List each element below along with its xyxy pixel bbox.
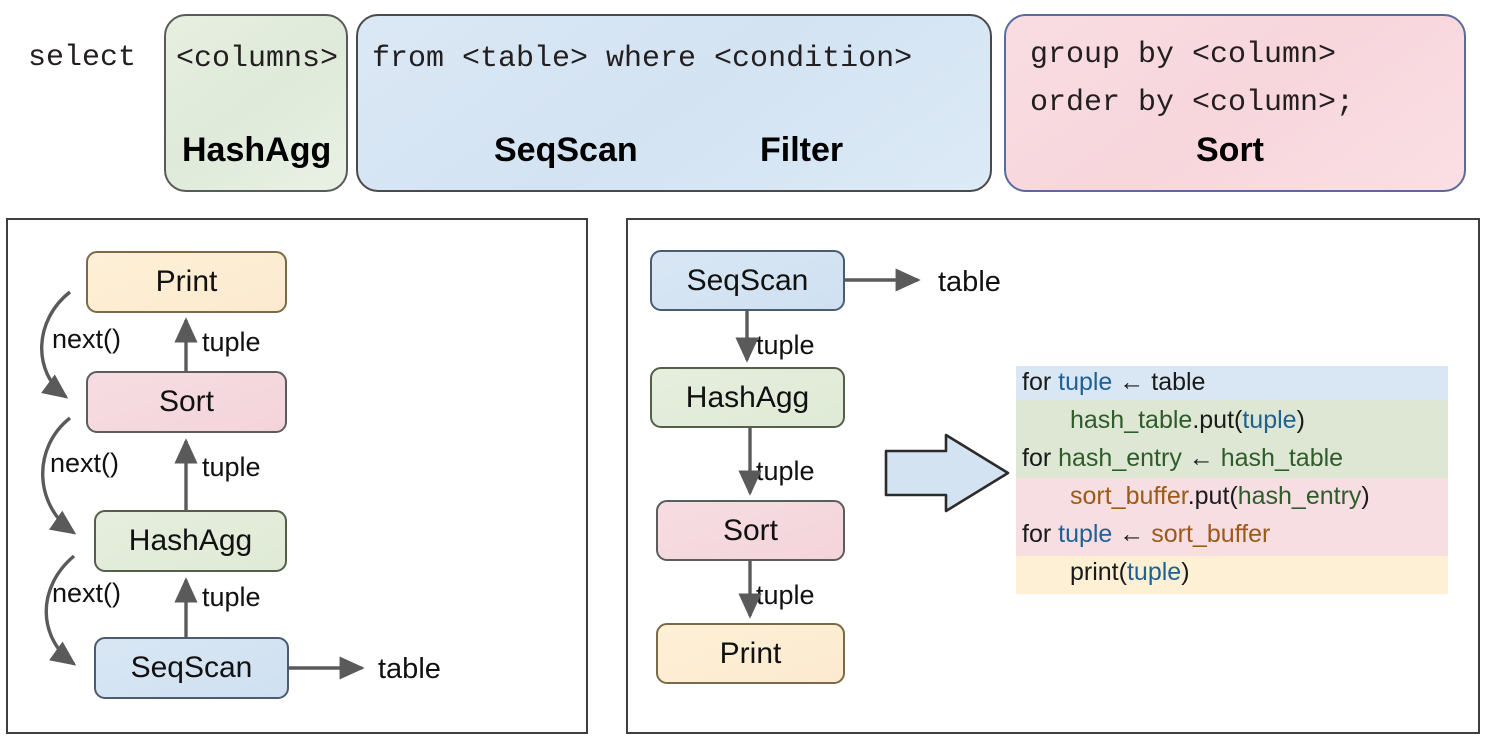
code-token: hash_table [1220, 444, 1344, 472]
code-token: ) [1296, 406, 1305, 434]
left-node-seqscan[interactable]: SeqScan [94, 637, 289, 699]
right-node-seqscan-label: SeqScan [686, 263, 809, 297]
code-token: ) [1361, 482, 1370, 510]
right-node-sort-label: Sort [722, 513, 779, 547]
code-token: tuple [1126, 558, 1182, 586]
right-label-tuple-1: tuple [756, 330, 815, 360]
banner-label-filter: Filter [760, 131, 844, 169]
sql-query-banner: select <columns> HashAgg from <table> wh… [0, 0, 1500, 200]
left-label-table: table [378, 653, 441, 685]
left-label-tuple-2: tuple [202, 452, 261, 482]
right-node-sort[interactable]: Sort [656, 500, 845, 561]
code-line-2: hash_table.put(tuple) [1070, 406, 1305, 435]
code-token: hash_entry [1058, 444, 1182, 472]
banner-label-seqscan: SeqScan [494, 131, 638, 169]
code-token: ← [1112, 368, 1152, 396]
left-label-tuple-3: tuple [202, 582, 261, 612]
banner-label-hashagg: HashAgg [182, 131, 332, 169]
left-node-print[interactable]: Print [86, 251, 287, 313]
right-label-tuple-2: tuple [756, 456, 815, 486]
code-token: table [1151, 368, 1206, 396]
banner-box-seqscan-filter[interactable]: from <table> where <condition> SeqScan F… [356, 14, 992, 192]
code-line-3: for hash_entry ← hash_table [1022, 444, 1343, 473]
left-label-next-1: next() [52, 324, 122, 354]
code-token: ) [1181, 558, 1190, 586]
banner-box-sort[interactable]: group by <column> order by <column>; Sor… [1004, 14, 1466, 192]
code-token: for [1022, 520, 1059, 548]
sql-keyword-select: select [28, 41, 137, 75]
left-node-sort-label: Sort [158, 385, 215, 418]
code-token: for [1022, 368, 1059, 396]
left-label-tuple-1: tuple [202, 327, 261, 357]
left-label-next-3: next() [52, 578, 122, 608]
banner-box-hashagg[interactable]: <columns> HashAgg [164, 14, 348, 192]
code-token: for [1022, 444, 1059, 472]
code-token: ← [1112, 520, 1152, 548]
left-node-seqscan-label: SeqScan [130, 651, 253, 684]
right-label-table: table [938, 266, 1001, 298]
pseudocode-block: for tuple ← table hash_table.put(tuple) fo… [1016, 366, 1448, 594]
code-line-1: for tuple ← table [1022, 368, 1205, 397]
code-token: .put( [1192, 406, 1243, 434]
code-token: hash_entry [1237, 482, 1362, 510]
left-node-sort[interactable]: Sort [86, 371, 287, 433]
code-line-4: sort_buffer.put(hash_entry) [1070, 482, 1370, 511]
code-token: tuple [1058, 368, 1113, 396]
code-line-6: print(tuple) [1070, 558, 1190, 587]
code-token: tuple [1058, 520, 1113, 548]
code-token: ← [1181, 444, 1221, 472]
banner-sql-order-by: order by <column>; [1030, 86, 1355, 120]
left-node-print-label: Print [155, 265, 218, 298]
banner-sql-group-by: group by <column> [1030, 38, 1337, 72]
right-label-tuple-3: tuple [756, 580, 815, 610]
left-label-next-2: next() [50, 448, 120, 478]
code-line-5: for tuple ← sort_buffer [1022, 520, 1270, 549]
banner-label-sort: Sort [1196, 131, 1264, 169]
code-token: .put( [1187, 482, 1238, 510]
left-node-hashagg[interactable]: HashAgg [94, 510, 287, 572]
banner-sql-from-where: from <table> where <condition> [372, 42, 913, 76]
code-token: tuple [1242, 406, 1297, 434]
banner-sql-columns: <columns> [176, 42, 339, 76]
right-node-seqscan[interactable]: SeqScan [650, 250, 845, 311]
code-token: print( [1070, 558, 1127, 586]
right-node-print[interactable]: Print [656, 623, 845, 684]
code-token: hash_table [1070, 406, 1193, 434]
left-node-hashagg-label: HashAgg [128, 524, 253, 557]
right-node-hashagg[interactable]: HashAgg [650, 367, 845, 428]
code-token: sort_buffer [1151, 520, 1271, 548]
code-token: sort_buffer [1070, 482, 1188, 510]
right-node-hashagg-label: HashAgg [685, 380, 810, 414]
right-node-print-label: Print [719, 636, 782, 670]
